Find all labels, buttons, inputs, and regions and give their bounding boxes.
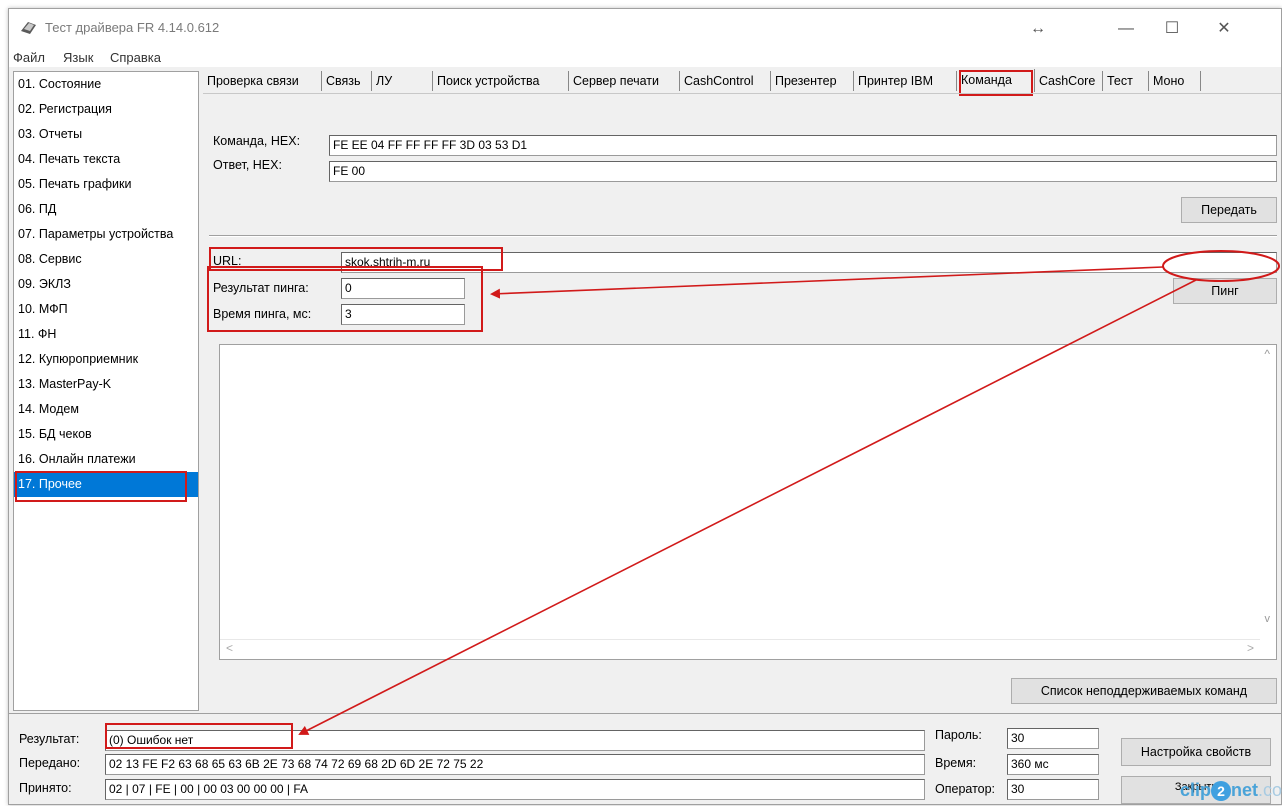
watermark-logo: clip2net.com (1180, 780, 1282, 801)
sidebar-item-state[interactable]: 01. Состояние (14, 72, 198, 97)
sidebar-item-print-graphics[interactable]: 05. Печать графики (14, 172, 198, 197)
tab-printer-ibm[interactable]: Принтер IBM (854, 71, 957, 91)
annotation-box-result (105, 723, 293, 749)
password-label: Пароль: (935, 728, 982, 742)
tab-mono[interactable]: Моно (1149, 71, 1201, 91)
menu-help[interactable]: Справка (110, 50, 161, 65)
tab-cashcontrol[interactable]: CashControl (680, 71, 771, 91)
horizontal-scrollbar[interactable]: < > (220, 639, 1260, 657)
menu-language[interactable]: Язык (63, 50, 93, 65)
sidebar-item-modem[interactable]: 14. Модем (14, 397, 198, 422)
tab-device-search[interactable]: Поиск устройства (433, 71, 569, 91)
minimize-button[interactable]: — (1103, 9, 1149, 49)
resize-icon: ↔ (1030, 20, 1046, 37)
answer-hex-label: Ответ, HEX: (213, 158, 282, 172)
ping-button[interactable]: Пинг (1173, 278, 1277, 304)
scroll-down-icon[interactable]: v (1265, 613, 1271, 625)
close-button[interactable]: ✕ (1201, 9, 1247, 49)
sidebar-item-mfp[interactable]: 10. МФП (14, 297, 198, 322)
annotation-box-ping-results (207, 266, 483, 332)
tab-connection[interactable]: Связь (322, 71, 372, 91)
output-memo[interactable]: ^ v < > (219, 344, 1277, 660)
app-icon (21, 22, 36, 34)
tab-test[interactable]: Тест (1103, 71, 1149, 91)
sidebar-item-registration[interactable]: 02. Регистрация (14, 97, 198, 122)
operator-input[interactable]: 30 (1007, 779, 1099, 800)
sidebar-item-device-params[interactable]: 07. Параметры устройства (14, 222, 198, 247)
tab-lu[interactable]: ЛУ (372, 71, 433, 91)
sent-label: Передано: (19, 756, 81, 770)
command-hex-label: Команда, HEX: (213, 134, 301, 148)
received-field: 02 | 07 | FE | 00 | 00 03 00 00 00 | FA (105, 779, 925, 800)
app-window: Тест драйвера FR 4.14.0.612 ↔ — ☐ ✕ Файл… (8, 8, 1282, 805)
sidebar-item-reports[interactable]: 03. Отчеты (14, 122, 198, 147)
time-field: 360 мс (1007, 754, 1099, 775)
answer-hex-input[interactable]: FE 00 (329, 161, 1277, 182)
sidebar: 01. Состояние 02. Регистрация 03. Отчеты… (13, 71, 199, 711)
received-label: Принято: (19, 781, 72, 795)
scroll-left-icon[interactable]: < (226, 641, 233, 655)
scroll-right-icon[interactable]: > (1247, 641, 1254, 655)
sidebar-item-masterpay[interactable]: 13. MasterPay-K (14, 372, 198, 397)
sidebar-item-service[interactable]: 08. Сервис (14, 247, 198, 272)
divider (209, 235, 1277, 237)
maximize-button[interactable]: ☐ (1149, 9, 1195, 49)
command-panel: Команда, HEX: FE EE 04 FF FF FF FF 3D 03… (203, 93, 1281, 711)
sent-field: 02 13 FE F2 63 68 65 63 6B 2E 73 68 74 7… (105, 754, 925, 775)
result-label: Результат: (19, 732, 80, 746)
menu-bar: Файл Язык Справка (9, 49, 1281, 67)
sidebar-item-online-payments[interactable]: 16. Онлайн платежи (14, 447, 198, 472)
settings-button[interactable]: Настройка свойств (1121, 738, 1271, 766)
window-title: Тест драйвера FR 4.14.0.612 (45, 20, 220, 35)
title-bar: Тест драйвера FR 4.14.0.612 ↔ — ☐ ✕ (9, 9, 1281, 49)
send-button[interactable]: Передать (1181, 197, 1277, 223)
sidebar-item-receipts-db[interactable]: 15. БД чеков (14, 422, 198, 447)
command-hex-input[interactable]: FE EE 04 FF FF FF FF 3D 03 53 D1 (329, 135, 1277, 156)
tab-print-server[interactable]: Сервер печати (569, 71, 680, 91)
sidebar-item-print-text[interactable]: 04. Печать текста (14, 147, 198, 172)
tab-presenter[interactable]: Презентер (771, 71, 854, 91)
tab-connection-check[interactable]: Проверка связи (203, 71, 322, 91)
sidebar-item-pd[interactable]: 06. ПД (14, 197, 198, 222)
tab-bar: Проверка связи Связь ЛУ Поиск устройства… (203, 69, 1281, 93)
password-input[interactable]: 30 (1007, 728, 1099, 749)
unsupported-commands-button[interactable]: Список неподдерживаемых команд (1011, 678, 1277, 704)
sidebar-item-eklz[interactable]: 09. ЭКЛЗ (14, 272, 198, 297)
menu-file[interactable]: Файл (13, 50, 45, 65)
sidebar-item-bill-acceptor[interactable]: 12. Купюроприемник (14, 347, 198, 372)
time-label: Время: (935, 756, 977, 770)
tab-cashcore[interactable]: CashCore (1035, 71, 1103, 91)
sidebar-item-fn[interactable]: 11. ФН (14, 322, 198, 347)
operator-label: Оператор: (935, 782, 996, 796)
scroll-up-icon[interactable]: ^ (1264, 347, 1270, 361)
annotation-box-sidebar (15, 471, 187, 502)
